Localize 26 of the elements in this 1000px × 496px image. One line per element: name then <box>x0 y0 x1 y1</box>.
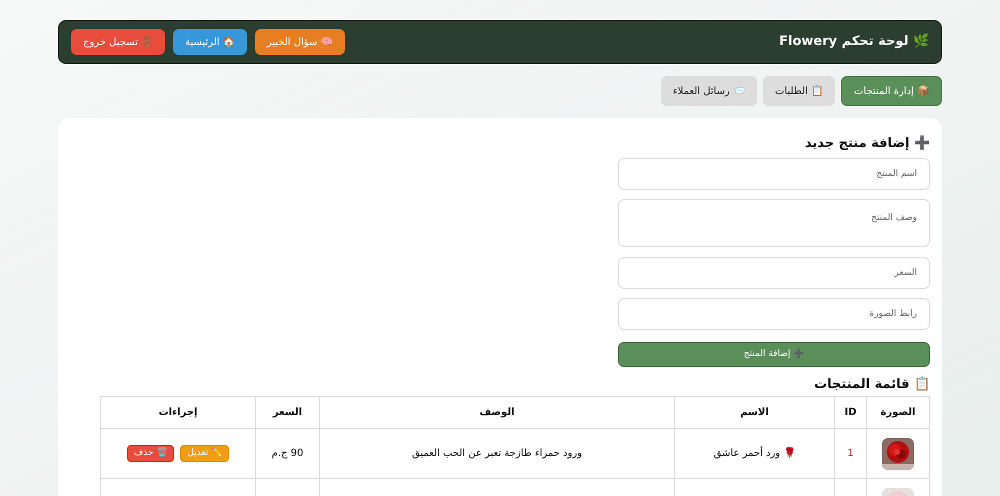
delete-button[interactable]: 🗑 حذف <box>126 445 174 462</box>
column-header: ID <box>834 396 866 429</box>
header-button[interactable]: 🏠 الرئيسية <box>173 29 247 55</box>
header-button[interactable]: 🧠 سؤال الخبير <box>254 29 344 55</box>
table-title: 📋 قائمة المنتجات <box>813 376 930 394</box>
id-cell: 1 <box>847 448 854 460</box>
edit-button[interactable]: ✏ تعديل <box>180 445 230 462</box>
column-header: الوصف <box>320 396 674 429</box>
description-field[interactable]: وصف المنتج <box>618 198 930 246</box>
column-header: السعر <box>256 396 320 429</box>
price-cell: 90 ج.م <box>272 448 304 460</box>
form-title: ➕ إضافة منتج جديد <box>804 134 930 153</box>
tab[interactable]: 📨 رسائل العملاء <box>660 76 757 106</box>
input-field[interactable]: السعر <box>618 256 930 288</box>
description-cell: ورود حمراء طازجة تعبر عن الحب العميق <box>412 448 582 460</box>
input-field[interactable]: اسم المنتج <box>618 158 930 190</box>
tab[interactable]: 📦 إدارة المنتجات <box>841 76 942 106</box>
dashboard-title: 🌿 لوحة تحكم Flowery <box>779 32 929 52</box>
input-field[interactable]: رابط الصورة <box>618 298 930 330</box>
add-product-button[interactable]: ➕ إضافة المنتج <box>618 342 930 367</box>
tab[interactable]: 📋 الطلبات <box>763 76 835 106</box>
column-header: الاسم <box>674 396 834 429</box>
column-header: إجراءات <box>100 396 256 429</box>
name-cell: 🌹 ورد أحمر عاشق <box>714 448 796 460</box>
column-header: الصورة <box>866 396 930 429</box>
header-button[interactable]: 🚪 تسجيل خروج <box>71 29 166 55</box>
